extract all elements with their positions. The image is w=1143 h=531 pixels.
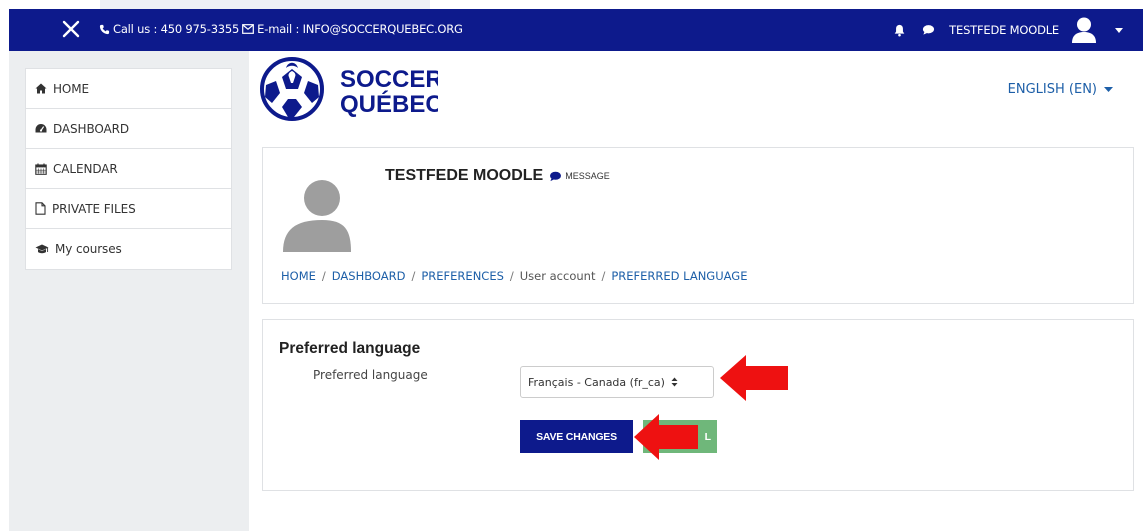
preferred-language-label: Preferred language — [313, 368, 428, 382]
sidebar-item-label: PRIVATE FILES — [52, 201, 136, 216]
sidebar-item-label: CALENDAR — [53, 161, 118, 176]
chat-icon[interactable] — [922, 24, 935, 36]
preferred-language-form-card: Preferred language Preferred language Fr… — [262, 319, 1134, 491]
form-title: Preferred language — [279, 340, 421, 357]
top-navbar: Call us : 450 975-3355 E-mail : INFO@SOC… — [9, 9, 1143, 51]
logo-text-soccer: SOCCER — [340, 66, 438, 93]
tachometer-icon — [35, 124, 47, 133]
sidebar-item-dashboard[interactable]: DASHBOARD — [26, 109, 231, 149]
profile-name-text: TESTFEDE MOODLE — [385, 167, 544, 184]
close-drawer-button[interactable] — [59, 17, 83, 41]
breadcrumb-separator: / — [321, 269, 326, 283]
phone-icon — [99, 24, 110, 34]
annotation-arrow-save — [634, 414, 698, 460]
contact-info: Call us : 450 975-3355 E-mail : INFO@SOC… — [99, 22, 463, 36]
caret-down-icon — [1104, 87, 1113, 92]
sidebar-item-label: DASHBOARD — [53, 121, 130, 136]
breadcrumb-separator: / — [601, 269, 606, 283]
caret-down-icon[interactable] — [1115, 27, 1123, 33]
nav-user-area: TESTFEDE MOODLE — [893, 9, 1123, 51]
profile-name: TESTFEDE MOODLE MESSAGE — [385, 167, 610, 185]
breadcrumb-preferred-language[interactable]: PREFERRED LANGUAGE — [611, 269, 747, 283]
graduation-cap-icon — [35, 244, 49, 253]
message-button[interactable]: MESSAGE — [549, 171, 610, 182]
logo-text-quebec: QUÉBEC — [340, 90, 438, 118]
breadcrumb-separator: / — [411, 269, 416, 283]
annotation-arrow-select — [720, 355, 788, 401]
breadcrumb-user-account: User account — [519, 269, 596, 283]
save-button-label: SAVE CHANGES — [536, 430, 617, 443]
sidebar-item-label: HOME — [53, 81, 90, 96]
sidebar-item-home[interactable]: HOME — [26, 69, 231, 109]
phone-text: Call us : 450 975-3355 — [113, 22, 240, 36]
soccer-quebec-logo[interactable]: SOCCER QUÉBEC — [258, 55, 438, 125]
chat-icon — [550, 171, 562, 181]
preferred-language-select[interactable]: Français - Canada (fr_ca) — [520, 366, 714, 398]
bell-icon[interactable] — [893, 24, 906, 37]
envelope-icon — [242, 24, 255, 34]
breadcrumb-preferences[interactable]: PREFERENCES — [421, 269, 504, 283]
calendar-icon — [35, 163, 47, 175]
breadcrumb-home[interactable]: HOME — [281, 269, 316, 283]
language-menu-label: ENGLISH (EN) — [1007, 82, 1097, 97]
sidebar-item-calendar[interactable]: CALENDAR — [26, 149, 231, 189]
breadcrumb-dashboard[interactable]: DASHBOARD — [332, 269, 406, 283]
save-changes-button[interactable]: SAVE CHANGES — [520, 420, 633, 453]
breadcrumb-separator: / — [509, 269, 514, 283]
file-icon — [35, 202, 46, 215]
home-icon — [35, 83, 47, 94]
message-label: MESSAGE — [565, 171, 610, 181]
top-strip — [0, 0, 1143, 9]
email-link[interactable]: E-mail : INFO@SOCCERQUEBEC.ORG — [257, 22, 463, 36]
sidebar-nav: HOME DASHBOARD CALENDAR PRIVATE FILES My… — [25, 68, 232, 270]
profile-header-card: TESTFEDE MOODLE MESSAGE HOME / DASHBOARD… — [262, 147, 1134, 304]
tab-hint — [100, 0, 430, 9]
select-updown-icon — [671, 377, 678, 387]
selected-language: Français - Canada (fr_ca) — [528, 375, 665, 389]
sidebar-item-private-files[interactable]: PRIVATE FILES — [26, 189, 231, 229]
cancel-button-label: L — [704, 430, 711, 443]
sidebar-item-label: My courses — [55, 242, 122, 256]
breadcrumb: HOME / DASHBOARD / PREFERENCES / User ac… — [281, 269, 747, 283]
profile-avatar-icon — [283, 180, 351, 252]
sidebar-item-my-courses[interactable]: My courses — [26, 229, 231, 269]
user-menu-name[interactable]: TESTFEDE MOODLE — [949, 23, 1059, 37]
user-avatar-icon[interactable] — [1069, 15, 1099, 45]
close-icon — [62, 20, 80, 38]
language-menu[interactable]: ENGLISH (EN) — [1008, 82, 1113, 97]
